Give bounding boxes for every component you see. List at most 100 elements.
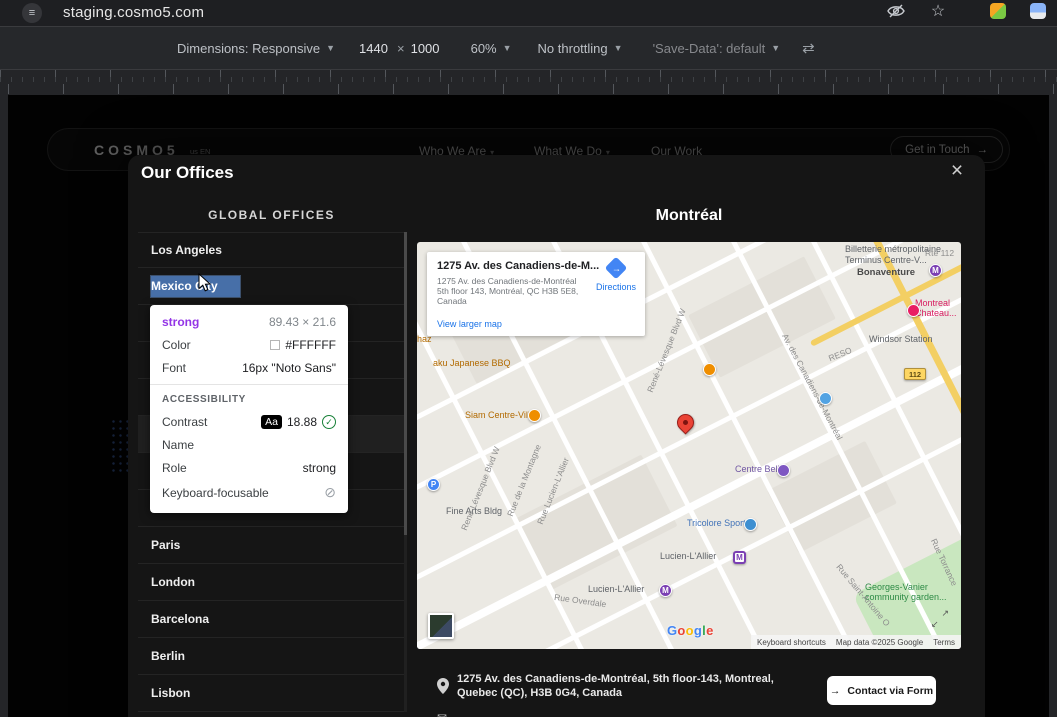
zoom-select[interactable]: 60% ▼: [471, 41, 512, 56]
map-canvas[interactable]: 1275 Av. des Canadiens-de-M... 1275 Av. …: [417, 242, 961, 649]
keyboard-focusable-label: Keyboard-focusable: [162, 485, 269, 500]
chevron-down-icon: ▼: [771, 43, 781, 53]
pan-expand-icon[interactable]: ↗ ↙: [931, 608, 949, 629]
dimensions-label: Dimensions: Responsive: [177, 40, 321, 56]
mouse-cursor: [198, 272, 212, 297]
map-marker-metro[interactable]: M: [659, 584, 672, 597]
office-list-item[interactable]: London: [138, 564, 404, 601]
map-block: [688, 256, 836, 378]
contact-via-form-button[interactable]: → Contact via Form: [827, 676, 936, 705]
secondary-ruler-ticks: [8, 84, 1057, 94]
inspected-element-tag: strong: [162, 315, 200, 329]
map-marker-arena[interactable]: [777, 464, 790, 477]
extension-icon[interactable]: [988, 2, 1008, 20]
contact-button-label: Contact via Form: [847, 684, 934, 697]
directions-label: Directions: [595, 282, 636, 292]
font-value: 16px "Noto Sans": [242, 361, 336, 375]
map-label: Siam Centre-Ville: [465, 410, 535, 420]
map-info-card: 1275 Av. des Canadiens-de-M... 1275 Av. …: [427, 252, 645, 336]
map-label: Rte 112: [925, 248, 955, 258]
global-offices-heading: GLOBAL OFFICES: [208, 208, 335, 222]
map-label: Tricolore Sports: [687, 518, 751, 528]
save-data-select[interactable]: 'Save-Data': default ▼: [653, 41, 781, 56]
bookmark-star-icon[interactable]: ☆: [928, 2, 948, 20]
browser-address-bar: ≡ staging.cosmo5.com ☆: [0, 0, 1057, 26]
viewport-width-input[interactable]: [359, 40, 397, 56]
map-marker-attraction[interactable]: [819, 392, 832, 405]
office-label: Mexico City: [151, 275, 240, 297]
inspect-tooltip: strong 89.43 × 21.6 Color #FFFFFF Font 1…: [150, 305, 348, 513]
map-label: Windsor Station: [869, 334, 933, 344]
directions-icon: →: [604, 256, 628, 280]
place-address-line: 5th floor 143, Montréal, QC H3B 5E8,: [437, 286, 579, 296]
map-marker-food[interactable]: [528, 409, 541, 422]
scrollbar-thumb[interactable]: [404, 232, 407, 535]
map-marker-train[interactable]: M: [733, 551, 746, 564]
office-list-item[interactable]: Paris: [138, 527, 404, 564]
close-icon[interactable]: ×: [946, 159, 968, 183]
terms-link[interactable]: Terms: [933, 638, 955, 647]
contrast-sample: Aa: [261, 415, 282, 429]
place-address-line: Canada: [437, 296, 467, 306]
color-swatch: [270, 340, 281, 350]
satellite-layer-toggle[interactable]: [428, 613, 454, 639]
map-label: Georges-Vanier community garden...: [865, 582, 947, 603]
office-label: Lisbon: [151, 686, 191, 700]
contrast-pass-icon: ✓: [322, 415, 336, 429]
throttling-select[interactable]: No throttling ▼: [538, 41, 623, 56]
zoom-value: 60%: [470, 40, 497, 56]
office-list-item[interactable]: Los Angeles: [138, 233, 404, 268]
office-label: London: [151, 575, 195, 589]
dimensions-select[interactable]: Dimensions: Responsive ▼: [177, 41, 335, 56]
inspected-element-size: 89.43 × 21.6: [268, 315, 336, 329]
office-list-item[interactable]: Lisbon: [138, 675, 404, 712]
inspect-highlight: Mexico City: [151, 275, 240, 297]
map-marker-pin[interactable]: [673, 410, 698, 435]
eye-icon[interactable]: [886, 2, 906, 20]
office-list-item[interactable]: Berlin: [138, 638, 404, 675]
role-value: strong: [302, 461, 336, 475]
location-pin-icon: [437, 678, 449, 699]
name-label: Name: [162, 438, 195, 452]
horizontal-ruler-minor-ticks: [0, 77, 1057, 82]
office-list-scrollbar[interactable]: [404, 232, 407, 712]
map-marker-parking[interactable]: P: [427, 478, 440, 491]
chevron-down-icon: ▼: [502, 43, 512, 53]
map-marker-hotel[interactable]: [907, 304, 920, 317]
google-logo: Google: [667, 623, 714, 638]
side-panel-icon[interactable]: [1028, 2, 1048, 20]
directions-button[interactable]: → Directions: [593, 256, 639, 292]
place-address-line: 1275 Av. des Canadiens-de-Montréal: [437, 276, 577, 286]
office-list-item[interactable]: Mexico City: [138, 268, 404, 305]
office-address: 1275 Av. des Canadiens-de-Montréal, 5th …: [457, 673, 774, 700]
emulated-viewport: COSMO5 us EN Who We Are▾ What We Do▾ Our…: [8, 95, 1049, 717]
url-text[interactable]: staging.cosmo5.com: [63, 4, 204, 21]
contrast-label: Contrast: [162, 415, 208, 429]
office-address-line2: Quebec (QC), H3B 0G4, Canada: [457, 686, 623, 699]
site-info-icon[interactable]: ≡: [22, 3, 42, 23]
keyboard-shortcuts-link[interactable]: Keyboard shortcuts: [757, 638, 826, 647]
map-marker-metro[interactable]: M: [929, 264, 942, 277]
save-data-value: 'Save-Data': default: [652, 40, 766, 56]
map-marker-food[interactable]: [703, 363, 716, 376]
office-label: Los Angeles: [151, 243, 222, 257]
color-value: #FFFFFF: [285, 338, 336, 352]
arrow-right-icon: →: [829, 684, 841, 697]
map-marker-shop[interactable]: [744, 518, 757, 531]
office-label: Paris: [151, 538, 181, 552]
chevron-down-icon: ▼: [613, 43, 623, 53]
map-label: Lucien-L'Allier: [660, 551, 717, 561]
chevron-down-icon: ▼: [326, 43, 335, 53]
viewport-height-input[interactable]: [410, 40, 449, 56]
office-list-item[interactable]: Barcelona: [138, 601, 404, 638]
office-label: Barcelona: [151, 612, 210, 626]
not-focusable-icon: ⊘: [324, 484, 336, 500]
view-larger-map-link[interactable]: View larger map: [437, 319, 502, 329]
map-marker-route-badge[interactable]: 112: [904, 368, 926, 380]
map-attribution: Keyboard shortcuts Map data ©2025 Google…: [750, 635, 961, 649]
envelope-icon: ✉: [437, 711, 447, 717]
map-label: aku Japanese BBQ: [433, 358, 511, 368]
dimension-separator: ×: [397, 40, 405, 56]
rotate-viewport-icon[interactable]: ⇄: [802, 39, 815, 57]
map-label: Bonaventure: [857, 267, 916, 278]
